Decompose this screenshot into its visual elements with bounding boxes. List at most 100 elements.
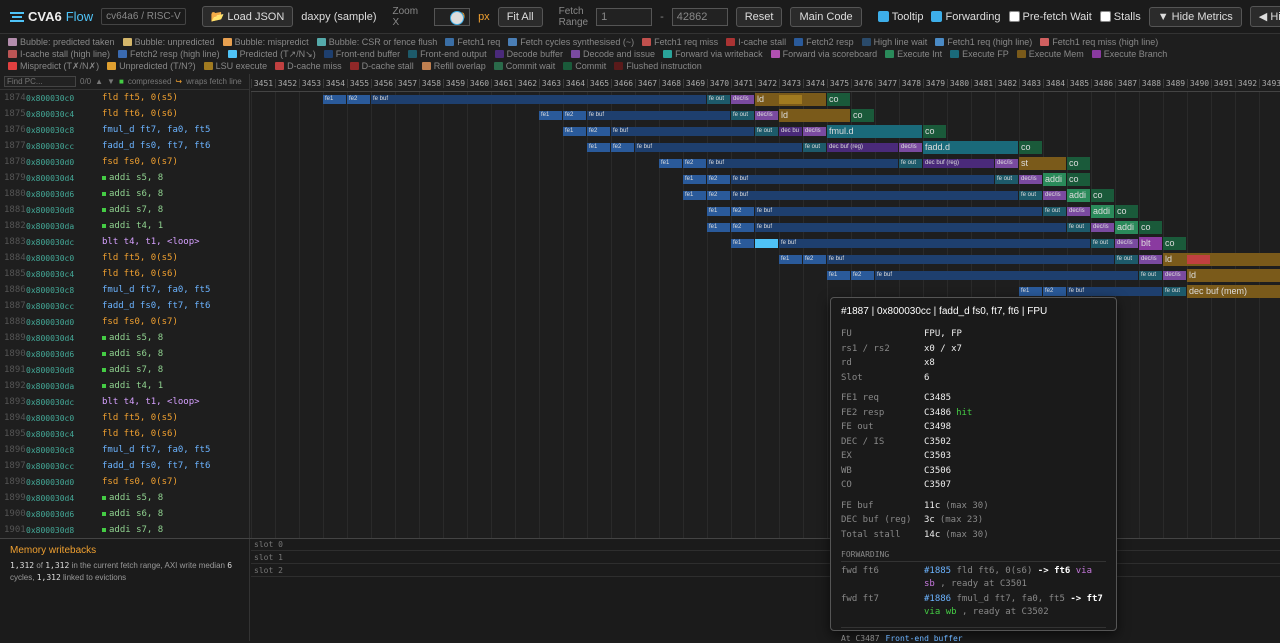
field-value: FPU, FP — [924, 329, 962, 340]
instruction-list: 0/0 ▲ ▼ ■ compressed ↪ wraps fetch line … — [0, 74, 250, 538]
instruction-row[interactable]: 1891 0x800030d8 addi s7, 8 — [0, 362, 249, 378]
legend-item: Execute Mem — [1016, 48, 1084, 60]
legend-label: Front-end output — [420, 49, 487, 59]
instruction-pc: 0x800030c0 — [26, 253, 75, 263]
range-dash: - — [660, 10, 664, 23]
instruction-row[interactable]: 1890 0x800030d6 addi s6, 8 — [0, 346, 249, 362]
cycle-tick: 3465 — [587, 79, 611, 88]
stalls-checkbox[interactable] — [1099, 11, 1111, 22]
instruction-row[interactable]: 1899 0x800030d4 addi s5, 8 — [0, 490, 249, 506]
frontend-output-segment: fe out — [707, 95, 730, 104]
instruction-row[interactable]: 1881 0x800030d8 addi s7, 8 — [0, 202, 249, 218]
tooltip-checkbox[interactable] — [877, 11, 889, 22]
instruction-row[interactable]: 1901 0x800030d8 addi s7, 8 — [0, 522, 249, 538]
instruction-row[interactable]: 1898 0x800030d0 fsd fs0, 0(s7) — [0, 474, 249, 490]
cycle-gridline — [1187, 92, 1188, 538]
fit-all-button[interactable]: Fit All — [497, 6, 543, 27]
instruction-row[interactable]: 1894 0x800030c0 fld ft5, 0(s5) — [0, 410, 249, 426]
instruction-row[interactable]: 1888 0x800030d0 fsd fs0, 0(s7) — [0, 314, 249, 330]
instruction-row[interactable]: 1896 0x800030c8 fmul_d ft7, fa0, ft5 — [0, 442, 249, 458]
instruction-asm: fsd fs0, 0(s7) — [102, 477, 178, 487]
instruction-row[interactable]: 1874 0x800030c0 fld ft5, 0(s5) — [0, 90, 249, 106]
reset-button[interactable]: Reset — [735, 6, 783, 27]
cycle-tick: 3477 — [875, 79, 899, 88]
compressed-marker-icon — [102, 336, 106, 340]
fetch1-segment: fe1 — [683, 191, 706, 200]
instruction-row[interactable]: 1887 0x800030cc fadd_d fs0, ft7, ft6 — [0, 298, 249, 314]
instruction-row[interactable]: 1889 0x800030d4 addi s5, 8 — [0, 330, 249, 346]
forward-arrow: -> — [1037, 566, 1055, 576]
prefetch-wait-checkbox[interactable] — [1008, 11, 1020, 22]
frontend-output-segment: fe out — [803, 143, 826, 152]
instruction-row[interactable]: 1885 0x800030c4 fld ft6, 0(s6) — [0, 266, 249, 282]
legend-swatch — [8, 50, 17, 58]
instruction-row[interactable]: 1882 0x800030da addi t4, 1 — [0, 218, 249, 234]
instruction-row[interactable]: 1892 0x800030da addi t4, 1 — [0, 378, 249, 394]
cycle-tick: 3481 — [971, 79, 995, 88]
legend-swatch — [203, 62, 213, 70]
decode-issue-segment: dec/is — [803, 127, 826, 136]
instruction-row[interactable]: 1878 0x800030d0 fsd fs0, 0(s7) — [0, 154, 249, 170]
legend-swatch — [1091, 50, 1101, 58]
instruction-row[interactable]: 1886 0x800030c8 fmul_d ft7, fa0, ft5 — [0, 282, 249, 298]
instruction-row[interactable]: 1884 0x800030c0 fld ft5, 0(s5) — [0, 250, 249, 266]
field-extra: hit — [956, 407, 973, 418]
cycle-tick: 3451 — [251, 79, 275, 88]
pipeline-grid[interactable]: fe1 fe2 fe buf fe out dec/is ld co fe1 fe2 fe buf… — [251, 92, 1280, 538]
hide-labels-button[interactable]: ◀ Hide Labels — [1249, 6, 1280, 27]
frontend-buffer-segment: fe buf — [1067, 287, 1162, 296]
hide-metrics-button[interactable]: ▼ Hide Metrics — [1148, 6, 1242, 27]
legend-item: Forward via scoreboard — [770, 48, 877, 60]
instruction-pc: 0x800030c8 — [26, 285, 75, 295]
decode-issue-segment: dec/is — [1019, 175, 1042, 184]
fetch-range-from[interactable] — [596, 7, 653, 26]
instruction-row[interactable]: 1883 0x800030dc blt t4, t1, <loop> — [0, 234, 249, 250]
find-prev-icon[interactable]: ▲ — [95, 77, 103, 86]
cycle-gridline — [1163, 92, 1164, 538]
instruction-row[interactable]: 1879 0x800030d4 addi s5, 8 — [0, 170, 249, 186]
instruction-row[interactable]: 1893 0x800030dc blt t4, t1, <loop> — [0, 394, 249, 410]
fetch1-segment: fe1 — [659, 159, 682, 168]
instruction-pc: 0x800030d0 — [26, 317, 75, 327]
frontend-buffer-segment: fe buf — [371, 95, 706, 104]
instruction-row[interactable]: 1897 0x800030cc fadd_d fs0, ft7, ft6 — [0, 458, 249, 474]
fetch-range-to[interactable] — [671, 7, 728, 26]
find-next-icon[interactable]: ▼ — [107, 77, 115, 86]
forwarding-checkbox[interactable] — [931, 11, 943, 22]
frontend-buffer-segment: fe buf — [779, 239, 1090, 248]
main-code-button[interactable]: Main Code — [790, 6, 862, 27]
instruction-row[interactable]: 1876 0x800030c8 fmul_d ft7, fa0, ft5 — [0, 122, 249, 138]
instruction-asm: addi s5, 8 — [109, 173, 164, 183]
instruction-asm: fadd_d fs0, ft7, ft6 — [102, 141, 211, 151]
legend-label: Unpredicted (T/N?) — [119, 61, 196, 71]
instruction-row[interactable]: 1895 0x800030c4 fld ft6, 0(s6) — [0, 426, 249, 442]
instruction-row[interactable]: 1880 0x800030d6 addi s6, 8 — [0, 186, 249, 202]
chevron-left-icon: ◀ — [1258, 11, 1268, 23]
legend-swatch — [770, 50, 780, 58]
forward-via: via — [1075, 566, 1093, 576]
instruction-row[interactable]: 1877 0x800030cc fadd_d fs0, ft7, ft6 — [0, 138, 249, 154]
frontend-buffer-segment: fe buf — [587, 111, 730, 120]
find-pc-input[interactable] — [4, 76, 76, 87]
tooltip-toggle[interactable]: Tooltip — [877, 11, 923, 23]
field-key: DEC buf (reg) — [841, 515, 912, 526]
instruction-number: 1900 — [4, 509, 26, 519]
fetch2-segment: fe2 — [611, 143, 634, 152]
forwarding-toggle[interactable]: Forwarding — [931, 11, 1001, 23]
cycle-tick: 3453 — [299, 79, 323, 88]
forward-reg: ft7 — [1086, 594, 1103, 604]
instruction-asm: addi s5, 8 — [109, 493, 164, 503]
cycle-tick: 3490 — [1187, 79, 1211, 88]
tooltip-field: Total stall 14c (max 30) — [841, 528, 1106, 543]
instruction-row[interactable]: 1900 0x800030d6 addi s6, 8 — [0, 506, 249, 522]
forward-ready: , ready at C3501 — [940, 579, 1027, 589]
stalls-toggle[interactable]: Stalls — [1099, 11, 1141, 23]
prefetch-wait-toggle[interactable]: Pre-fetch Wait — [1008, 11, 1092, 23]
instruction-asm: fld ft5, 0(s5) — [102, 413, 178, 423]
cycle-gridline — [635, 92, 636, 538]
fetch1-segment: fe1 — [683, 175, 706, 184]
instruction-number: 1875 — [4, 109, 26, 119]
instruction-row[interactable]: 1875 0x800030c4 fld ft6, 0(s6) — [0, 106, 249, 122]
load-json-button[interactable]: 📂 Load JSON — [201, 6, 294, 27]
forward-ready: , ready at C3502 — [961, 607, 1049, 617]
